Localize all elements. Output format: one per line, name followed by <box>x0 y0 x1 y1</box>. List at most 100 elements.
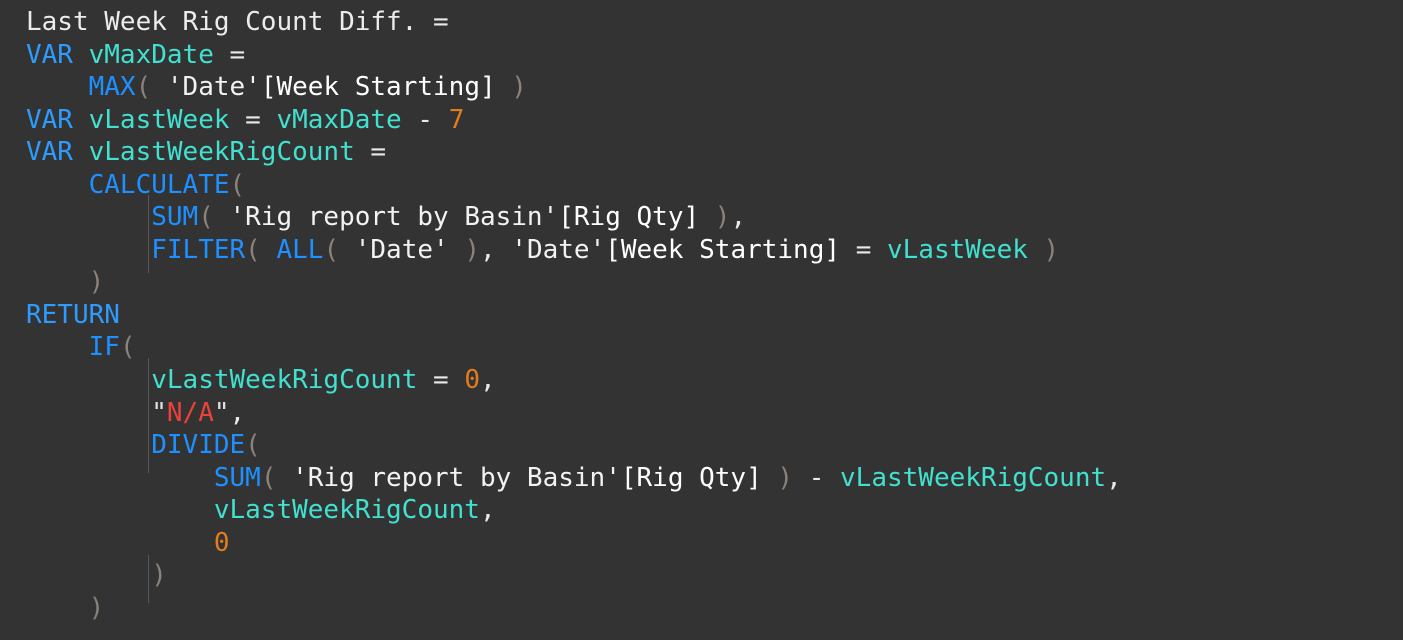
token-column: [Rig Qty] <box>620 462 762 493</box>
token-var: vLastWeekRigCount <box>840 462 1107 493</box>
token-punct: ( <box>198 202 214 233</box>
token-var: vLastWeekRigCount <box>88 137 355 168</box>
code-line-divide-close[interactable]: ) <box>26 559 1403 592</box>
token-keyword: VAR <box>26 104 73 135</box>
dax-formula-editor[interactable]: Last Week Rig Count Diff. = VAR vMaxDate … <box>0 0 1403 640</box>
token-operator: = <box>245 104 261 135</box>
token-punct: ) <box>151 560 167 591</box>
token-function: DIVIDE <box>151 430 246 461</box>
code-line-calculate-close[interactable]: ) <box>26 266 1403 299</box>
code-lines-container[interactable]: Last Week Rig Count Diff. = VAR vMaxDate … <box>0 0 1403 624</box>
code-line-divide-open[interactable]: DIVIDE( <box>26 429 1403 462</box>
code-line-if-true-na-string[interactable]: "N/A", <box>26 397 1403 430</box>
token-punct: ( <box>245 234 261 265</box>
token-table: 'Date' <box>511 234 606 265</box>
code-line-filter-all-date[interactable]: FILTER( ALL( 'Date' ), 'Date'[Week Start… <box>26 234 1403 267</box>
code-line-calculate-open[interactable]: CALCULATE( <box>26 169 1403 202</box>
token-quote: " <box>213 397 230 428</box>
token-var: vLastWeekRigCount <box>151 365 418 396</box>
token-table: 'Rig report by Basin' <box>229 202 559 233</box>
code-line-if-open[interactable]: IF( <box>26 331 1403 364</box>
token-punct: ) <box>1043 234 1060 265</box>
token-operator: = <box>433 365 449 396</box>
token-punct: ) <box>777 462 794 493</box>
token-punct: ) <box>511 72 527 103</box>
token-function: ALL <box>276 234 324 265</box>
token-operator: = <box>370 137 387 168</box>
code-line-divide-numerator[interactable]: SUM( 'Rig report by Basin'[Rig Qty] ) - … <box>26 462 1403 495</box>
token-punct: ( <box>119 332 136 363</box>
token-operator: = <box>433 7 449 37</box>
code-line-return[interactable]: RETURN <box>26 299 1403 332</box>
token-column: [Week Starting] <box>260 72 496 103</box>
code-line-measure-declaration[interactable]: Last Week Rig Count Diff. = <box>26 6 1403 39</box>
token-table: 'Rig report by Basin' <box>292 462 621 493</box>
token-operator: - <box>417 104 434 135</box>
token-punct: ( <box>323 234 340 265</box>
token-keyword: VAR <box>26 39 73 70</box>
token-column: [Rig Qty] <box>558 202 700 233</box>
token-column: [Week Starting] <box>605 234 841 265</box>
token-operator: , <box>479 234 496 265</box>
code-line-divide-alternate-result[interactable]: 0 <box>26 527 1403 560</box>
code-line-if-condition[interactable]: vLastWeekRigCount = 0, <box>26 364 1403 397</box>
token-var: vMaxDate <box>88 39 214 70</box>
token-var: vLastWeek <box>887 234 1028 265</box>
token-operator: = <box>229 39 246 70</box>
token-function: MAX <box>88 72 136 103</box>
token-number: 7 <box>448 104 465 135</box>
token-var: vLastWeekRigCount <box>213 495 480 526</box>
code-line-divide-denominator[interactable]: vLastWeekRigCount, <box>26 494 1403 527</box>
code-line-var-vlastweek[interactable]: VAR vLastWeek = vMaxDate - 7 <box>26 104 1403 137</box>
token-operator: , <box>730 202 747 233</box>
token-keyword: VAR <box>26 137 73 168</box>
token-operator: , <box>479 495 496 526</box>
token-punct: ) <box>88 592 105 623</box>
token-var: vMaxDate <box>276 104 402 135</box>
token-table: 'Date' <box>354 234 449 265</box>
token-number: 0 <box>464 365 480 396</box>
token-function: FILTER <box>151 234 246 265</box>
token-punct: ( <box>245 430 261 461</box>
code-line-if-close[interactable]: ) <box>26 592 1403 625</box>
code-line-var-vmaxdate[interactable]: VAR vMaxDate = <box>26 39 1403 72</box>
token-keyword: RETURN <box>26 299 120 330</box>
code-line-var-vlastweekrigcount[interactable]: VAR vLastWeekRigCount = <box>26 136 1403 169</box>
token-punct: ) <box>714 202 731 233</box>
token-punct: ( <box>260 462 277 493</box>
token-plain: Last Week Rig Count Diff. <box>26 7 418 37</box>
code-line-sum-rig-qty[interactable]: SUM( 'Rig report by Basin'[Rig Qty] ), <box>26 201 1403 234</box>
token-operator: - <box>808 462 825 493</box>
code-line-max-week-starting[interactable]: MAX( 'Date'[Week Starting] ) <box>26 71 1403 104</box>
